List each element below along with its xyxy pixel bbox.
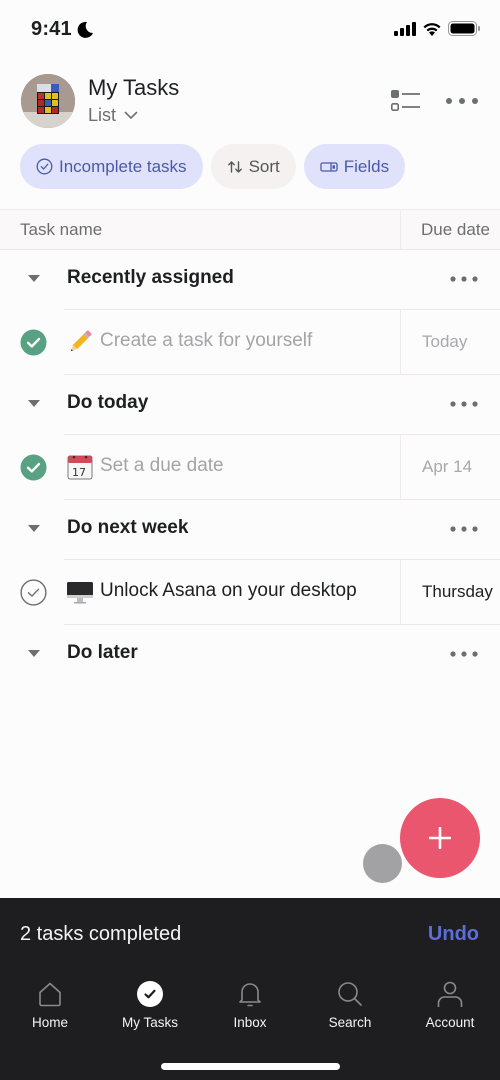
incomplete-check-icon[interactable] <box>20 579 47 606</box>
status-indicators <box>394 21 480 36</box>
task-name[interactable]: Unlock Asana on your desktop <box>100 580 357 602</box>
search-icon <box>338 982 362 1006</box>
section-header-do-today: Do today <box>0 375 500 435</box>
chevron-down-icon <box>124 111 138 120</box>
incomplete-tasks-filter-chip[interactable]: Incomplete tasks <box>20 144 203 189</box>
section-header-recently-assigned: Recently assigned <box>0 250 500 310</box>
section-header-do-later: Do later <box>0 625 500 685</box>
tab-label: Account <box>425 1015 475 1030</box>
chip-label: Sort <box>248 156 280 176</box>
caret-down-icon[interactable] <box>28 525 40 533</box>
bottom-panel: 2 tasks completed Undo Home My Tasks Inb… <box>0 898 500 1080</box>
home-indicator[interactable] <box>161 1063 340 1070</box>
task-name[interactable]: Create a task for yourself <box>100 330 312 352</box>
column-header-due-date[interactable]: Due date <box>400 210 500 250</box>
add-task-button[interactable] <box>400 798 480 878</box>
task-row[interactable]: 17 Set a due date Apr 14 <box>0 435 500 500</box>
section-header-do-next-week: Do next week <box>0 500 500 560</box>
avatar[interactable] <box>21 74 75 128</box>
filter-chips: Incomplete tasks Sort Fields <box>20 144 406 189</box>
view-label: List <box>88 105 117 125</box>
page-header: My Tasks List <box>0 72 500 132</box>
tab-label: Inbox <box>233 1015 267 1030</box>
task-row[interactable]: Create a task for yourself Today <box>0 310 500 375</box>
sort-arrows-icon <box>227 160 242 173</box>
rubiks-cube-avatar <box>21 74 75 128</box>
tab-inbox[interactable]: Inbox <box>200 978 300 1038</box>
person-icon <box>437 981 463 1007</box>
task-row[interactable]: Unlock Asana on your desktop Thursday <box>0 560 500 625</box>
status-bar: 9:41 <box>0 0 500 60</box>
chip-label: Fields <box>343 156 390 176</box>
tab-label: Search <box>328 1015 372 1030</box>
section-title: Do next week <box>67 517 189 538</box>
task-due-date[interactable]: Thursday <box>400 560 500 625</box>
cellular-signal-icon <box>394 21 416 36</box>
caret-down-icon[interactable] <box>28 275 40 283</box>
more-horizontal-icon[interactable] <box>448 272 480 286</box>
wifi-icon <box>423 23 441 36</box>
desktop-computer-emoji-icon <box>67 582 93 604</box>
touch-indicator <box>363 844 402 883</box>
svg-text:17: 17 <box>72 466 86 479</box>
column-header-row: Task name Due date <box>0 209 500 250</box>
plus-icon <box>429 827 451 849</box>
check-circle-icon <box>36 158 53 175</box>
more-horizontal-icon[interactable] <box>448 522 480 536</box>
tab-home[interactable]: Home <box>0 978 100 1038</box>
list-layout-icon[interactable] <box>389 88 423 114</box>
tab-search[interactable]: Search <box>300 978 400 1038</box>
home-icon <box>39 982 61 1007</box>
calendar-emoji-icon: 17 <box>67 455 93 480</box>
caret-down-icon[interactable] <box>28 400 40 408</box>
tab-label: My Tasks <box>121 1015 178 1030</box>
more-horizontal-icon[interactable] <box>448 397 480 411</box>
section-title: Do today <box>67 392 149 413</box>
fields-icon <box>320 161 338 172</box>
check-circle-filled-icon <box>137 981 163 1007</box>
tab-label: Home <box>31 1015 68 1030</box>
column-header-task-name[interactable]: Task name <box>20 220 102 240</box>
snackbar-message: 2 tasks completed <box>20 923 182 945</box>
page-title: My Tasks <box>88 75 180 100</box>
fields-chip[interactable]: Fields <box>303 144 406 189</box>
chip-label: Incomplete tasks <box>59 156 187 176</box>
moon-icon <box>77 21 93 38</box>
task-due-date[interactable]: Apr 14 <box>400 435 500 500</box>
bell-icon <box>239 983 261 1007</box>
completed-check-icon[interactable] <box>20 329 47 356</box>
undo-button[interactable]: Undo <box>428 923 479 946</box>
status-time: 9:41 <box>31 18 72 40</box>
caret-down-icon[interactable] <box>28 650 40 658</box>
completed-check-icon[interactable] <box>20 454 47 481</box>
tab-account[interactable]: Account <box>400 978 500 1038</box>
battery-icon <box>448 21 480 36</box>
section-title: Recently assigned <box>67 267 234 288</box>
more-horizontal-icon[interactable] <box>448 647 480 661</box>
tab-bar: Home My Tasks Inbox Search Account <box>0 978 500 1038</box>
sort-chip[interactable]: Sort <box>210 144 296 189</box>
more-horizontal-icon[interactable] <box>444 92 480 110</box>
section-title: Do later <box>67 642 138 663</box>
task-name[interactable]: Set a due date <box>100 455 224 477</box>
task-due-date[interactable]: Today <box>400 310 500 375</box>
pencil-emoji-icon <box>70 330 92 352</box>
view-switcher[interactable]: List <box>88 105 138 126</box>
tab-my-tasks[interactable]: My Tasks <box>100 978 200 1038</box>
